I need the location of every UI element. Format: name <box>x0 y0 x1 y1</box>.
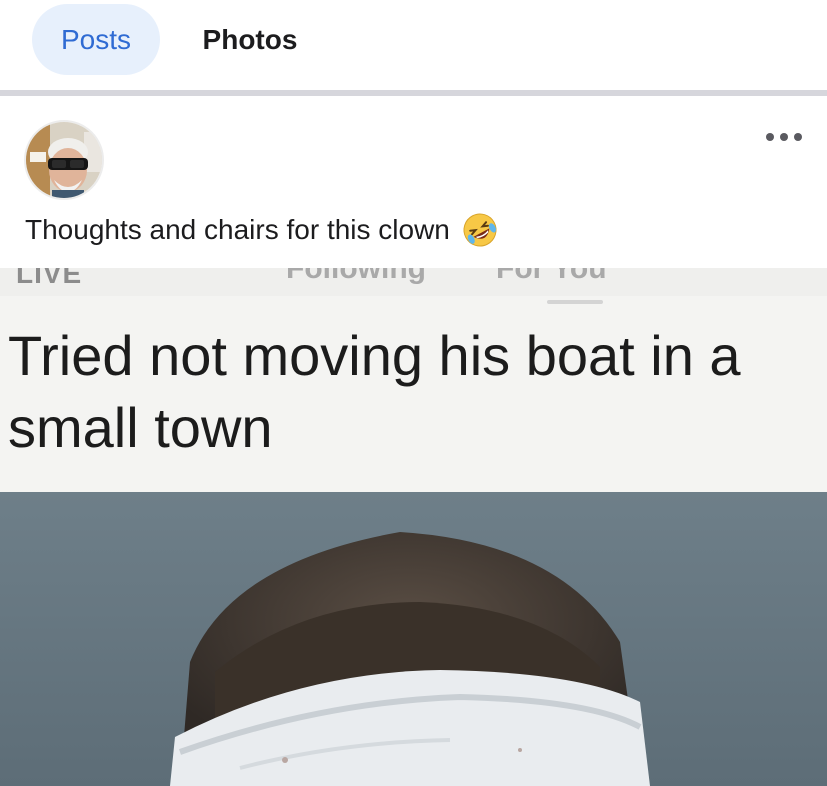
post-caption-text: Thoughts and chairs for this clown <box>25 214 450 245</box>
rolling-on-floor-laughing-icon <box>462 212 498 248</box>
tab-posts[interactable]: Posts <box>32 4 160 75</box>
overlay-foryou-label: For You <box>496 268 607 285</box>
overlay-live-label: LIVE <box>16 268 83 289</box>
mugshot-image <box>0 492 827 786</box>
avatar[interactable] <box>24 120 104 200</box>
avatar-image <box>26 122 102 198</box>
video-overlay-header: LIVE Following For You <box>0 268 827 296</box>
tab-posts-label: Posts <box>60 23 132 55</box>
post-media[interactable]: LIVE Following For You Tried not moving … <box>0 268 827 786</box>
more-dot <box>780 133 788 141</box>
overlay-following-label: Following <box>286 268 426 285</box>
more-dot <box>794 133 802 141</box>
post-caption: Thoughts and chairs for this clown <box>25 212 498 248</box>
tab-photos-label: Photos <box>202 23 298 55</box>
more-icon[interactable] <box>766 130 802 144</box>
meme-photo <box>0 492 827 786</box>
post-header: Thoughts and chairs for this clown <box>0 96 827 268</box>
more-dot <box>766 133 774 141</box>
meme-caption: Tried not moving his boat in a small tow… <box>8 324 741 459</box>
tab-photos[interactable]: Photos <box>184 4 316 75</box>
overlay-tab-underline <box>547 300 603 304</box>
profile-tabs: Posts Photos <box>0 0 827 90</box>
